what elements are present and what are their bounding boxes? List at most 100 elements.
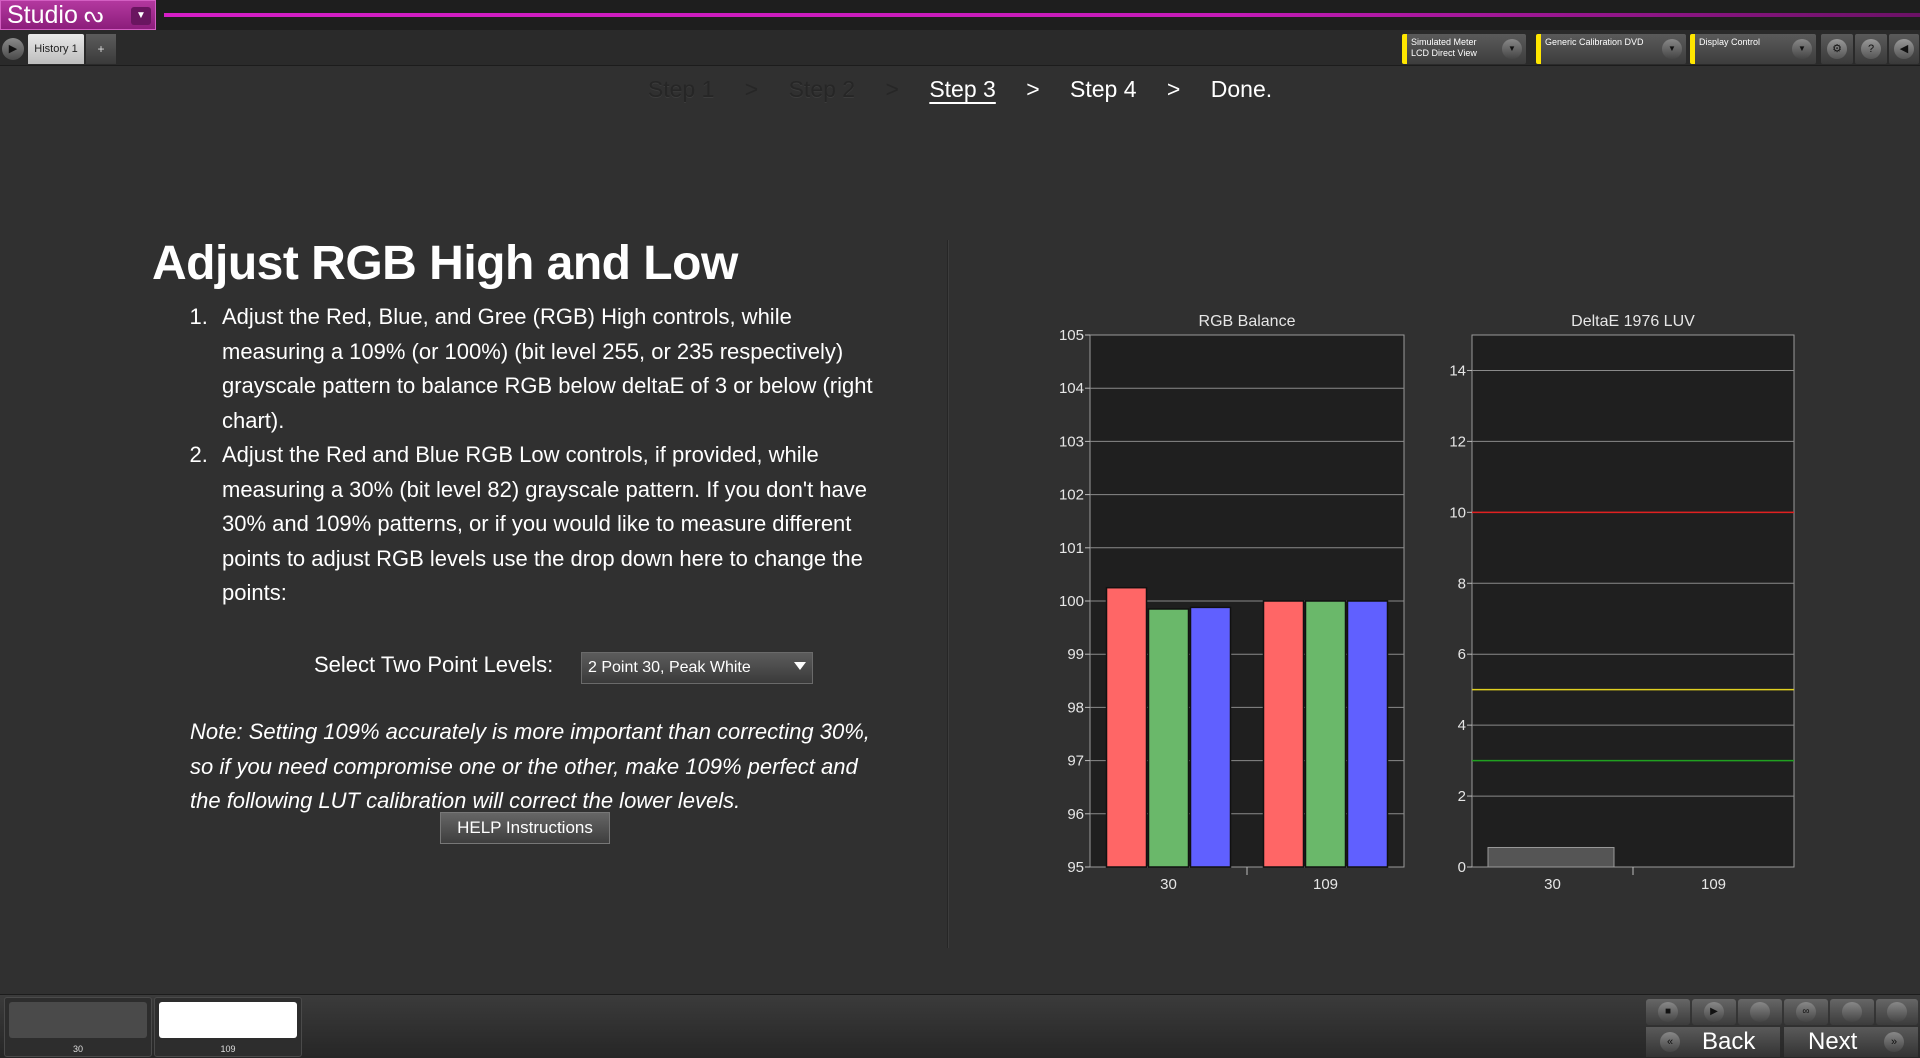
add-tab-button[interactable]: + bbox=[86, 34, 116, 64]
step-separator: > bbox=[1026, 76, 1040, 102]
step-2[interactable]: Step 2 bbox=[789, 76, 856, 102]
step-separator: > bbox=[885, 76, 899, 102]
question-icon: ? bbox=[1861, 39, 1881, 59]
page-title: Adjust RGB High and Low bbox=[152, 237, 738, 290]
y-tick-label: 96 bbox=[1067, 806, 1084, 823]
y-tick-label: 10 bbox=[1449, 504, 1466, 521]
two-point-levels-select[interactable]: 2 Point 30, Peak White bbox=[581, 652, 813, 684]
help-instructions-button[interactable]: HELP Instructions bbox=[440, 812, 610, 844]
y-tick-label: 99 bbox=[1067, 646, 1084, 663]
collapse-button[interactable]: ◀ bbox=[1889, 34, 1919, 64]
step-breadcrumb: Step 1 > Step 2 > Step 3 > Step 4 > Done… bbox=[0, 76, 1920, 103]
accent-bar bbox=[164, 13, 1920, 17]
blank-control-button[interactable] bbox=[1830, 999, 1874, 1025]
bar bbox=[1487, 846, 1615, 868]
step-1[interactable]: Step 1 bbox=[648, 76, 715, 102]
select-label: Select Two Point Levels: bbox=[314, 652, 554, 677]
instruction-list: Adjust the Red, Blue, and Gree (RGB) Hig… bbox=[196, 300, 896, 611]
instruction-item: Adjust the Red and Blue RGB Low controls… bbox=[214, 438, 896, 611]
chevron-down-icon[interactable]: ▼ bbox=[131, 7, 151, 25]
back-button[interactable]: « Back bbox=[1646, 1027, 1780, 1057]
deltae-chart: DeltaE 1976 LUV 0 2 4 6 8 10 12 14 30 109 bbox=[1432, 310, 1812, 893]
stop-icon: ■ bbox=[1658, 1002, 1678, 1022]
chevron-down-icon: ▼ bbox=[1502, 39, 1522, 59]
patch-swatch bbox=[159, 1002, 297, 1038]
settings-button[interactable]: ⚙ bbox=[1821, 34, 1853, 64]
infinity-icon: ∞ bbox=[1796, 1002, 1816, 1022]
chevron-left-icon: ◀ bbox=[1894, 39, 1914, 59]
x-tick-label: 109 bbox=[1313, 876, 1338, 893]
patch-swatch bbox=[9, 1002, 147, 1038]
next-label: Next bbox=[1808, 1028, 1858, 1055]
app-window: Studio ᔓ ▼ ▶ History 1 + Simulated Meter… bbox=[0, 0, 1920, 1058]
step-done[interactable]: Done. bbox=[1211, 76, 1272, 102]
play-icon[interactable]: ▶ bbox=[2, 38, 24, 60]
play-button[interactable]: ▶ bbox=[1692, 999, 1736, 1025]
gear-icon: ⚙ bbox=[1827, 39, 1847, 59]
x-tick-label: 109 bbox=[1701, 876, 1726, 893]
y-tick-label: 4 bbox=[1458, 717, 1466, 734]
step-separator: > bbox=[1166, 76, 1181, 102]
step-4[interactable]: Step 4 bbox=[1070, 76, 1137, 102]
step-separator: > bbox=[744, 76, 759, 102]
y-tick-label: 6 bbox=[1458, 646, 1466, 663]
patch-label: 30 bbox=[72, 1044, 83, 1054]
double-chevron-left-icon: « bbox=[1660, 1032, 1680, 1052]
patch-thumb-109[interactable]: 109 bbox=[154, 997, 302, 1057]
y-tick-label: 103 bbox=[1059, 433, 1084, 450]
tab-row: ▶ History 1 + Simulated Meter LCD Direct… bbox=[0, 30, 1920, 66]
loop-button[interactable]: ∞ bbox=[1784, 999, 1828, 1025]
y-tick-label: 14 bbox=[1449, 362, 1466, 379]
blank-control-button[interactable] bbox=[1738, 999, 1782, 1025]
title-bar: Studio ᔓ ▼ bbox=[0, 0, 1920, 30]
patch-thumb-30[interactable]: 30 bbox=[4, 997, 152, 1057]
play-icon: ▶ bbox=[1704, 1002, 1724, 1022]
y-tick-label: 102 bbox=[1059, 487, 1084, 504]
bar bbox=[1105, 586, 1148, 868]
stop-button[interactable]: ■ bbox=[1646, 999, 1690, 1025]
y-tick-label: 95 bbox=[1067, 859, 1084, 876]
patch-label: 109 bbox=[220, 1044, 236, 1054]
note-text: Note: Setting 109% accurately is more im… bbox=[190, 719, 870, 813]
bottom-bar: 30 109 ■ ▶ ∞ « Back Next » bbox=[0, 994, 1920, 1058]
studio-logo-menu[interactable]: Studio ᔓ ▼ bbox=[0, 0, 156, 30]
chevron-down-icon: ▼ bbox=[1662, 39, 1682, 59]
y-tick-label: 8 bbox=[1458, 575, 1466, 592]
display-dropdown[interactable]: Display Control ▼ bbox=[1690, 34, 1816, 64]
chevron-down-icon: ▼ bbox=[1792, 39, 1812, 59]
bar bbox=[1304, 600, 1347, 868]
logo-text: Studio bbox=[7, 0, 78, 29]
source-dropdown[interactable]: Generic Calibration DVD ▼ bbox=[1536, 34, 1686, 64]
blank-control-button[interactable] bbox=[1876, 999, 1918, 1025]
y-tick-label: 2 bbox=[1458, 788, 1466, 805]
deltae-svg: 0 2 4 6 8 10 12 14 30 109 bbox=[1449, 334, 1795, 893]
y-tick-label: 101 bbox=[1059, 540, 1084, 557]
double-chevron-right-icon: » bbox=[1884, 1032, 1904, 1052]
bar bbox=[1346, 600, 1389, 868]
bar bbox=[1262, 600, 1305, 868]
circle-icon bbox=[1887, 1002, 1907, 1022]
bar bbox=[1189, 606, 1232, 868]
y-tick-label: 97 bbox=[1067, 753, 1084, 770]
y-tick-label: 100 bbox=[1059, 593, 1084, 610]
step-3[interactable]: Step 3 bbox=[929, 76, 996, 102]
chart-title: DeltaE 1976 LUV bbox=[1571, 313, 1695, 330]
x-tick-label: 30 bbox=[1544, 876, 1561, 893]
logo-swirl-icon: ᔓ bbox=[83, 2, 104, 27]
y-tick-label: 104 bbox=[1059, 380, 1084, 397]
help-button[interactable]: ? bbox=[1855, 34, 1887, 64]
chart-title: RGB Balance bbox=[1198, 313, 1296, 330]
y-tick-label: 12 bbox=[1449, 433, 1466, 450]
y-tick-label: 105 bbox=[1059, 327, 1084, 344]
bar bbox=[1147, 608, 1190, 868]
select-value: 2 Point 30, Peak White bbox=[588, 659, 751, 676]
rgb-balance-chart: RGB Balance 95 96 97 98 99 100 101 102 103 104 105… bbox=[1050, 310, 1410, 893]
y-tick-label: 98 bbox=[1067, 699, 1084, 716]
content-divider bbox=[947, 240, 949, 948]
plot-area bbox=[1471, 334, 1795, 868]
next-button[interactable]: Next » bbox=[1784, 1027, 1918, 1057]
tab-history-1[interactable]: History 1 bbox=[28, 34, 84, 64]
x-tick-label: 30 bbox=[1160, 876, 1177, 893]
meter-dropdown[interactable]: Simulated Meter LCD Direct View ▼ bbox=[1402, 34, 1526, 64]
rgb-balance-svg: 95 96 97 98 99 100 101 102 103 104 105 30 109 bbox=[1059, 327, 1405, 893]
